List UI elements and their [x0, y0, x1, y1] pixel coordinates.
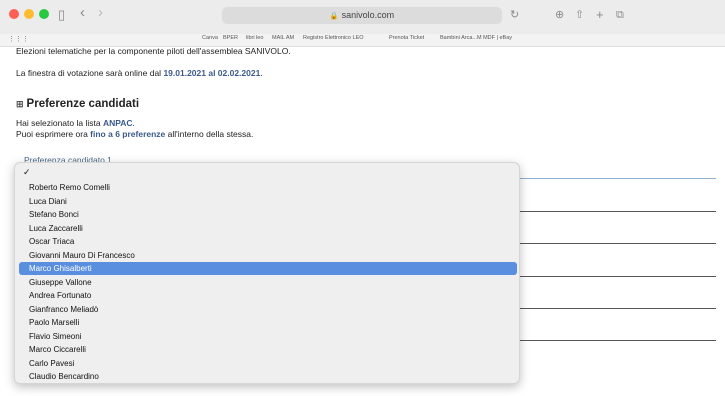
- minimize-window-button[interactable]: [24, 9, 34, 19]
- preferences-limit: fino a 6 preferenze: [90, 129, 166, 139]
- dropdown-option[interactable]: Roberto Remo Comelli: [19, 181, 517, 194]
- dropdown-option[interactable]: Luca Diani: [19, 195, 517, 208]
- back-icon[interactable]: ‹: [80, 5, 85, 21]
- dropdown-option[interactable]: Oscar Triaca: [19, 235, 517, 248]
- reload-icon[interactable]: ↻: [510, 7, 519, 23]
- zoom-window-button[interactable]: [39, 9, 49, 19]
- forward-icon[interactable]: ›: [98, 5, 103, 21]
- dropdown-option-selected[interactable]: Marco Ghisalberti: [19, 262, 517, 275]
- favorite-item[interactable]: Prenota Ticket: [389, 35, 424, 41]
- intro-text: Elezioni telematiche per la componente p…: [16, 46, 291, 56]
- dropdown-option[interactable]: Claudio Bencardino: [19, 370, 517, 383]
- close-window-button[interactable]: [9, 9, 19, 19]
- dropdown-option[interactable]: Paolo Marselli: [19, 316, 517, 329]
- sidebar-icon[interactable]: ▯: [58, 7, 65, 23]
- section-title: ⊞ Preferenze candidati: [16, 98, 140, 110]
- new-tab-icon[interactable]: +: [596, 7, 604, 23]
- share-icon[interactable]: ⇧: [575, 7, 584, 23]
- dropdown-option[interactable]: Marco Ciccarelli: [19, 343, 517, 356]
- dropdown-option[interactable]: Carlo Pavesi: [19, 357, 517, 370]
- favorite-item[interactable]: Bambini Arca...M MDF | eBay: [440, 35, 512, 41]
- dropdown-option[interactable]: Gianfranco Meliadò: [19, 303, 517, 316]
- favorites-grid-icon[interactable]: ⋮⋮⋮: [8, 35, 29, 43]
- url-text: sanivolo.com: [341, 10, 395, 20]
- dropdown-option[interactable]: Giuseppe Vallone: [19, 276, 517, 289]
- browser-toolbar: ▯ ‹ › 🔒 sanivolo.com ↻ ⊕ ⇧ + ⧉: [0, 0, 725, 34]
- dropdown-option[interactable]: Luca Zaccarelli: [19, 222, 517, 235]
- dropdown-option[interactable]: Giovanni Mauro Di Francesco: [19, 249, 517, 262]
- dropdown-option[interactable]: Flavio Simeoni: [19, 330, 517, 343]
- checkmark-icon: ✓: [23, 167, 31, 177]
- ballot-icon: ⊞: [16, 99, 24, 109]
- candidate-dropdown-menu[interactable]: ✓ Roberto Remo Comelli Luca Diani Stefan…: [14, 162, 520, 384]
- favorite-item[interactable]: BPER: [223, 35, 238, 41]
- dropdown-option[interactable]: Stefano Bonci: [19, 208, 517, 221]
- selected-list-text: Hai selezionato la lista ANPAC.: [16, 118, 135, 128]
- dropdown-option[interactable]: Andrea Fortunato: [19, 289, 517, 302]
- lock-icon: 🔒: [329, 13, 339, 20]
- download-icon[interactable]: ⊕: [555, 7, 564, 23]
- address-bar[interactable]: 🔒 sanivolo.com: [222, 7, 502, 24]
- favorite-item[interactable]: Canva: [202, 35, 218, 41]
- favorite-item[interactable]: Registro Elettronico LEO: [303, 35, 364, 41]
- voting-window-text: La finestra di votazione sarà online dal…: [16, 68, 263, 78]
- favorite-item[interactable]: MAIL AM: [272, 35, 294, 41]
- preferences-text: Puoi esprimere ora fino a 6 preferenze a…: [16, 129, 254, 139]
- favorite-item[interactable]: libri leo: [246, 35, 263, 41]
- list-name: ANPAC: [102, 118, 133, 128]
- tab-overview-icon[interactable]: ⧉: [616, 7, 624, 23]
- voting-dates: 19.01.2021 al 02.02.2021: [163, 68, 261, 78]
